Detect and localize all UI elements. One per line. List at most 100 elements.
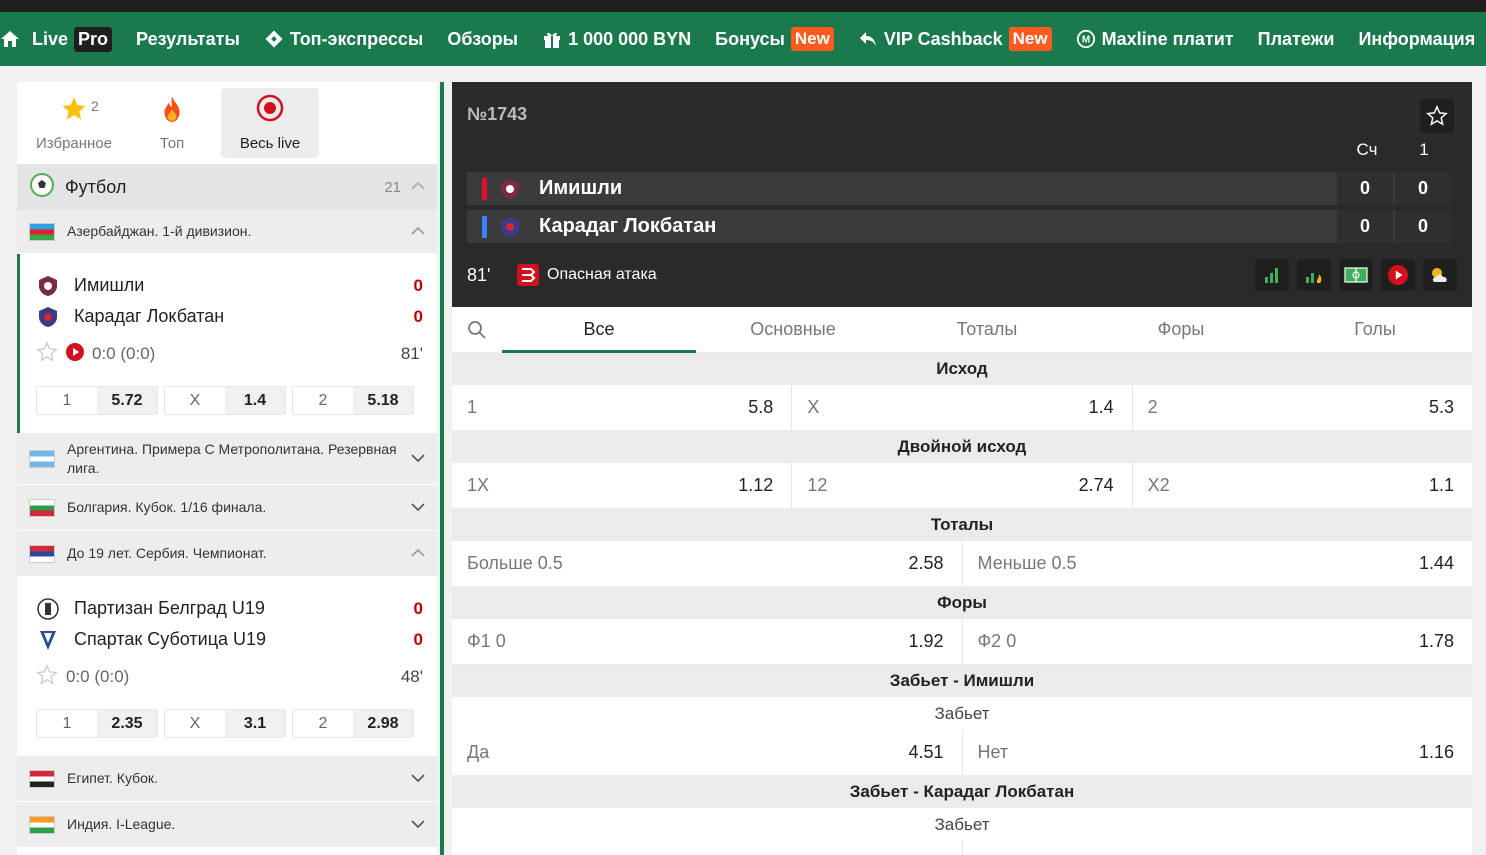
away-team-name: Карадаг Локбатан <box>74 306 225 326</box>
market-odd-button[interactable]: 1 5.8 <box>452 385 793 430</box>
market-odd-button[interactable] <box>963 841 1473 855</box>
tab-main[interactable]: Основные <box>696 307 890 353</box>
dangerous-attack-icon <box>517 264 539 286</box>
home-team-score: 0 <box>413 598 423 618</box>
market-odd-button[interactable]: 1X 1.12 <box>452 463 793 508</box>
match-card[interactable]: Партизан Белград U19 0 Спартак Суботица … <box>17 577 437 756</box>
odd-button-x[interactable]: X 3.1 <box>164 709 286 738</box>
scoreboard-home-row: Имишли 0 0 <box>467 172 1451 205</box>
odd-button-1[interactable]: 1 5.72 <box>36 386 158 415</box>
odd-label: 1 <box>37 710 97 737</box>
tab-totals[interactable]: Тоталы <box>890 307 1084 353</box>
tab-all[interactable]: Все <box>502 307 696 353</box>
market-row: 1X 1.12 12 2.74 X2 1.1 <box>452 463 1472 509</box>
new-badge: New <box>790 27 834 51</box>
market-header-totals[interactable]: Тоталы <box>452 509 1472 541</box>
stats-button[interactable] <box>1255 259 1289 291</box>
sport-header-football[interactable]: Футбол 21 <box>17 164 437 210</box>
chevron-up-icon <box>411 223 425 241</box>
market-odd-button[interactable] <box>452 841 963 855</box>
market-header-home-scores[interactable]: Забьет - Имишли <box>452 665 1472 697</box>
market-odd-button[interactable]: Да 4.51 <box>452 730 963 775</box>
tab-handicaps[interactable]: Форы <box>1084 307 1278 353</box>
team-crest-icon <box>36 274 60 298</box>
scoreboard: №1743 Сч 1 Имишли 0 0 Карадаг Локбатан 0… <box>452 82 1472 307</box>
filter-all-live[interactable]: Весь live <box>221 88 319 158</box>
market-row: Да 4.51 Нет 1.16 <box>452 730 1472 776</box>
odd-button-2[interactable]: 2 2.98 <box>292 709 414 738</box>
away-team-name: Карадаг Локбатан <box>539 215 717 237</box>
nav-item-million[interactable]: 1 000 000 BYN <box>530 12 703 66</box>
panel-scrollbar[interactable] <box>440 82 444 855</box>
market-header-double-chance[interactable]: Двойной исход <box>452 431 1472 463</box>
new-badge: New <box>1008 27 1052 51</box>
video-button[interactable] <box>1381 259 1415 291</box>
odd-label: Ф2 0 <box>977 631 1017 651</box>
market-odd-button[interactable]: 12 2.74 <box>792 463 1133 508</box>
league-name: Аргентина. Примера С Метрополитана. Резе… <box>67 440 397 476</box>
odd-label: Больше 0.5 <box>467 553 563 573</box>
nav-item-payments[interactable]: Платежи <box>1246 12 1347 66</box>
favorite-event-button[interactable] <box>1420 99 1454 133</box>
market-odd-button[interactable]: 2 5.3 <box>1133 385 1472 430</box>
market-odd-button[interactable]: Нет 1.16 <box>963 730 1473 775</box>
nav-item-reviews[interactable]: Обзоры <box>435 12 530 66</box>
chevron-down-icon <box>411 816 425 834</box>
league-name: До 19 лет. Сербия. Чемпионат. <box>67 545 267 561</box>
market-odd-button[interactable]: Ф1 0 1.92 <box>452 619 963 664</box>
tab-goals[interactable]: Голы <box>1278 307 1472 353</box>
league-azerbaijan[interactable]: Азербайджан. 1-й дивизион. <box>17 210 437 254</box>
away-period-score: 0 <box>1395 210 1451 243</box>
market-odd-button[interactable]: Ф2 0 1.78 <box>963 619 1473 664</box>
sport-name: Футбол <box>65 176 127 197</box>
odds-row: 1 5.72 X 1.4 2 5.18 <box>36 374 423 433</box>
market-odd-button[interactable]: Меньше 0.5 1.44 <box>963 541 1473 586</box>
market-header-outcome[interactable]: Исход <box>452 353 1472 385</box>
odds-row: 1 2.35 X 3.1 2 2.98 <box>36 697 423 756</box>
nav-item-bonuses[interactable]: Бонусы New <box>703 12 846 66</box>
favorite-star-icon[interactable] <box>36 663 58 691</box>
market-header-away-scores[interactable]: Забьет - Карадаг Локбатан <box>452 776 1472 808</box>
league-serbia-u19[interactable]: До 19 лет. Сербия. Чемпионат. <box>17 531 437 577</box>
market-header-handicaps[interactable]: Форы <box>452 587 1472 619</box>
league-argentina[interactable]: Аргентина. Примера С Метрополитана. Резе… <box>17 433 437 485</box>
nav-item-maxline-pays[interactable]: M Maxline платит <box>1064 12 1246 66</box>
weather-button[interactable] <box>1423 259 1457 291</box>
nav-item-top-express[interactable]: Топ-экспрессы <box>252 12 435 66</box>
market-odd-button[interactable]: X 1.4 <box>792 385 1133 430</box>
odd-button-x[interactable]: X 1.4 <box>164 386 286 415</box>
odd-value: 1.44 <box>1418 553 1454 573</box>
video-play-icon[interactable] <box>66 342 84 366</box>
home-button[interactable] <box>0 12 20 66</box>
nav-item-label: Live <box>32 28 69 49</box>
match-card[interactable]: Имишли 0 Карадаг Локбатан 0 0:0 (0:0) 81… <box>17 254 437 433</box>
filter-top[interactable]: Топ <box>123 88 221 158</box>
league-india[interactable]: Индия. I-League. <box>17 802 437 848</box>
favorite-star-icon[interactable] <box>36 340 58 368</box>
league-egypt[interactable]: Египет. Кубок. <box>17 756 437 802</box>
filter-favorites[interactable]: 2 Избранное <box>25 88 123 158</box>
event-text: Опасная атака <box>547 266 657 283</box>
market-search-button[interactable] <box>452 320 502 340</box>
market-odd-button[interactable]: Больше 0.5 2.58 <box>452 541 963 586</box>
nav-item-results[interactable]: Результаты <box>124 12 252 66</box>
odd-value: 1.78 <box>1418 631 1454 651</box>
scoreboard-tools <box>1255 259 1457 291</box>
odd-button-2[interactable]: 2 5.18 <box>292 386 414 415</box>
market-odd-button[interactable]: X2 1.1 <box>1133 463 1472 508</box>
nav-item-label: Топ-экспрессы <box>289 28 424 49</box>
field-view-button[interactable] <box>1339 259 1373 291</box>
momentum-button[interactable] <box>1297 259 1331 291</box>
nav-item-label: VIP Cashback <box>883 28 1003 49</box>
football-field-icon <box>1344 267 1368 283</box>
nav-item-live[interactable]: Live Pro <box>20 12 124 66</box>
nav-item-info[interactable]: Информация <box>1346 12 1486 66</box>
league-bulgaria[interactable]: Болгария. Кубок. 1/16 финала. <box>17 485 437 531</box>
scoreboard-away-row: Карадаг Локбатан 0 0 <box>467 210 1451 243</box>
match-score-detail: 0:0 (0:0) <box>66 667 130 686</box>
odd-button-1[interactable]: 1 2.35 <box>36 709 158 738</box>
nav-item-vip-cashback[interactable]: VIP Cashback New <box>846 12 1064 66</box>
column-header-period: 1 <box>1419 140 1429 159</box>
live-events-panel: 2 Избранное Топ Весь live Футбол 21 Азер… <box>17 82 437 855</box>
nav-item-label: Обзоры <box>447 28 519 49</box>
